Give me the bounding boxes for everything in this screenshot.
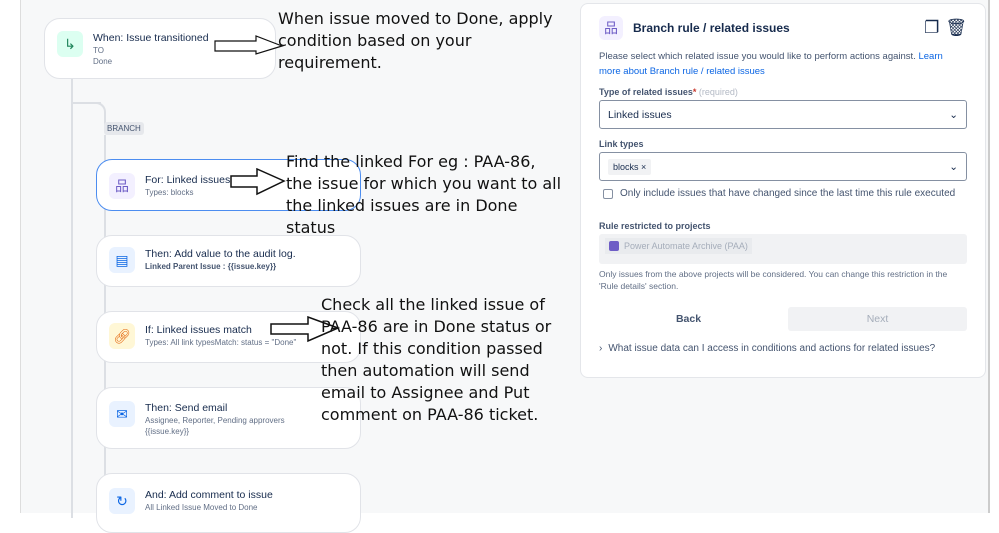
delete-icon[interactable]: 🗑︎ [945, 18, 967, 38]
projects-label: Rule restricted to projects [599, 221, 711, 231]
annotation-branch: Find the linked For eg : PAA-86, the iss… [286, 152, 562, 237]
audit-title: Then: Add value to the audit log. [145, 248, 296, 260]
branch-title: For: Linked issues [145, 174, 231, 186]
copy-icon[interactable]: ❐ [924, 18, 939, 38]
type-value: Linked issues [608, 108, 672, 121]
comment-icon: ↻ [109, 488, 135, 514]
chevron-down-icon: ⌄ [949, 160, 958, 173]
projects-field: Power Automate Archive (PAA) [599, 234, 967, 264]
audit-sub: Linked Parent Issue : {{issue.key}} [145, 262, 277, 271]
faq-expander[interactable]: › What issue data can I access in conditi… [599, 343, 967, 354]
branch-rule-panel: 品 Branch rule / related issues ❐ 🗑︎ Pleas… [580, 3, 986, 378]
audit-card[interactable]: ▤ Then: Add value to the audit log. Link… [96, 235, 361, 287]
hierarchy-icon: 品 [109, 173, 135, 199]
chevron-down-icon: ⌄ [949, 108, 958, 121]
document-icon: ▤ [109, 247, 135, 273]
panel-title: Branch rule / related issues [633, 21, 790, 35]
comment-card[interactable]: ↻ And: Add comment to issue All Linked I… [96, 473, 361, 533]
email-key: {{issue.key}} [145, 427, 190, 436]
branch-badge: BRANCH [104, 122, 144, 135]
link-types-select[interactable]: blocks × ⌄ [599, 152, 967, 181]
panel-description: Please select which related issue you wo… [599, 51, 916, 62]
trigger-to: TO [93, 46, 104, 55]
hierarchy-icon: 品 [599, 16, 623, 40]
project-name: Power Automate Archive (PAA) [624, 241, 748, 251]
remove-tag-icon[interactable]: × [641, 162, 646, 172]
branch-sub: Types: blocks [145, 188, 194, 197]
email-recipients: Assignee, Reporter, Pending approvers [145, 416, 285, 425]
required-mark: * [692, 87, 697, 97]
projects-help: Only issues from the above projects will… [599, 269, 948, 291]
link-tag: blocks [613, 161, 639, 172]
back-button[interactable]: Back [599, 307, 778, 331]
next-button[interactable]: Next [788, 307, 967, 331]
link-types-label: Link types [599, 139, 644, 149]
link-icon: 🔗︎ [109, 323, 135, 349]
checkbox-label: Only include issues that have changed si… [620, 188, 956, 199]
changed-only-checkbox[interactable] [603, 188, 613, 199]
type-select[interactable]: Linked issues ⌄ [599, 100, 967, 129]
arrow-icon [214, 35, 284, 55]
arrow-icon [230, 168, 286, 196]
mail-icon: ✉ [109, 401, 135, 427]
comment-sub: All Linked Issue Moved to Done [145, 503, 258, 512]
type-label: Type of related issues [599, 87, 693, 97]
email-title: Then: Send email [145, 402, 228, 414]
transition-icon: ↳ [57, 31, 83, 57]
required-text: (required) [698, 87, 738, 97]
trigger-title: When: Issue transitioned [93, 32, 209, 44]
project-avatar-icon [609, 241, 619, 251]
comment-title: And: Add comment to issue [145, 489, 273, 501]
annotation-condition: Check all the linked issue of PAA-86 are… [321, 295, 552, 424]
annotation-trigger: When issue moved to Done, apply conditio… [278, 9, 553, 72]
trigger-status: Done [93, 57, 113, 66]
chevron-right-icon: › [599, 343, 603, 354]
faq-text: What issue data can I access in conditio… [608, 343, 936, 354]
